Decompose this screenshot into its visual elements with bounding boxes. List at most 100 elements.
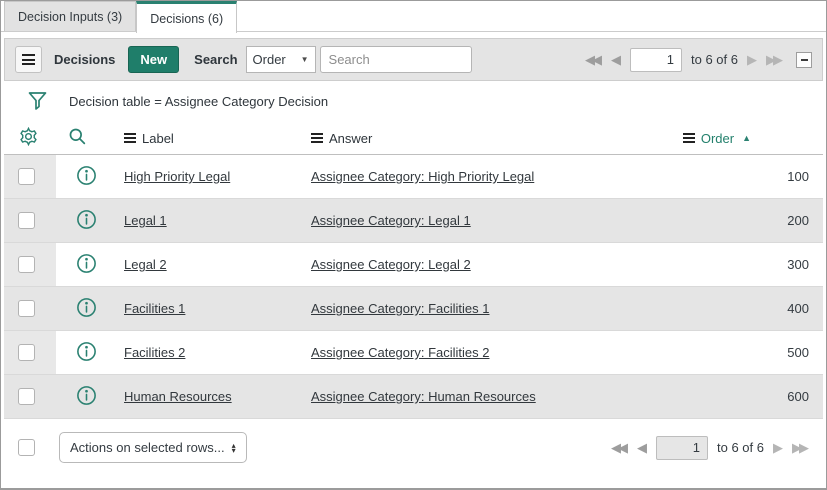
info-icon[interactable] (76, 297, 97, 318)
row-select-cell (4, 375, 56, 418)
hamburger-icon (22, 54, 35, 65)
row-checkbox[interactable] (18, 168, 35, 185)
column-title: Answer (329, 130, 373, 146)
search-icon[interactable] (68, 127, 87, 146)
row-info-cell (56, 165, 114, 189)
row-select-cell (4, 287, 56, 330)
previous-page-button[interactable]: ◀ (611, 53, 621, 66)
last-page-button[interactable]: ▶▶ (766, 53, 783, 66)
column-menu-icon (311, 133, 323, 143)
page-number-input[interactable] (630, 47, 683, 72)
tab-bar: Decision Inputs (3) Decisions (6) (1, 1, 826, 33)
record-label-link[interactable]: Human Resources (124, 389, 232, 404)
table-row: High Priority Legal Assignee Category: H… (4, 155, 823, 199)
row-answer-cell: Assignee Category: Human Resources (304, 389, 653, 404)
info-icon[interactable] (76, 385, 97, 406)
next-page-button[interactable]: ▶ (747, 53, 757, 66)
row-info-cell (56, 297, 114, 321)
next-page-button[interactable]: ▶ (773, 441, 783, 454)
list-toolbar: Decisions New Search Order ▼ ◀◀ ◀ to 6 o… (4, 38, 823, 81)
order-value: 200 (787, 213, 809, 228)
table-row: Legal 2 Assignee Category: Legal 2 300 (4, 243, 823, 287)
info-icon[interactable] (76, 209, 97, 230)
record-answer-link[interactable]: Assignee Category: Human Resources (311, 389, 536, 404)
row-info-cell (56, 385, 114, 409)
column-title: Order (700, 130, 735, 146)
collapse-list-button[interactable] (796, 51, 812, 68)
order-value: 600 (787, 389, 809, 404)
record-answer-link[interactable]: Assignee Category: Facilities 2 (311, 345, 489, 360)
record-label-link[interactable]: High Priority Legal (124, 169, 230, 184)
column-menu-icon (124, 133, 136, 143)
row-label-cell: High Priority Legal (114, 169, 304, 184)
order-value: 100 (787, 169, 809, 184)
search-field-selected-value: Order (252, 52, 286, 67)
previous-page-button[interactable]: ◀ (637, 441, 647, 454)
row-label-cell: Facilities 1 (114, 301, 304, 316)
row-order-cell: 600 (653, 389, 823, 404)
pagination-top: ◀◀ ◀ to 6 of 6 ▶ ▶▶ (585, 47, 812, 72)
table-body: High Priority Legal Assignee Category: H… (4, 155, 823, 419)
row-checkbox[interactable] (18, 344, 35, 361)
minus-icon (800, 58, 808, 61)
record-answer-link[interactable]: Assignee Category: Facilities 1 (311, 301, 489, 316)
record-label-link[interactable]: Legal 1 (124, 213, 167, 228)
row-label-cell: Legal 1 (114, 213, 304, 228)
row-answer-cell: Assignee Category: High Priority Legal (304, 169, 653, 184)
first-page-button[interactable]: ◀◀ (585, 53, 602, 66)
row-order-cell: 300 (653, 257, 823, 272)
record-answer-link[interactable]: Assignee Category: High Priority Legal (311, 169, 534, 184)
record-answer-link[interactable]: Assignee Category: Legal 2 (311, 257, 471, 272)
row-select-cell (4, 331, 56, 374)
search-input[interactable] (319, 46, 472, 73)
record-label-link[interactable]: Facilities 1 (124, 301, 185, 316)
column-header-label[interactable]: Label (114, 131, 304, 146)
list-menu-button[interactable] (15, 46, 42, 73)
table-row: Legal 1 Assignee Category: Legal 1 200 (4, 199, 823, 243)
row-range-text: to 6 of 6 (691, 52, 738, 67)
row-range-text: to 6 of 6 (717, 440, 764, 455)
table-header: Label Answer Order ▲ (4, 122, 823, 155)
row-order-cell: 500 (653, 345, 823, 360)
row-label-cell: Human Resources (114, 389, 304, 404)
order-value: 300 (787, 257, 809, 272)
row-label-cell: Facilities 2 (114, 345, 304, 360)
actions-select-value: Actions on selected rows... (70, 440, 225, 455)
row-select-cell (4, 243, 56, 286)
row-select-cell (4, 155, 56, 198)
pagination-bottom: ◀◀ ◀ to 6 of 6 ▶ ▶▶ (611, 435, 809, 460)
new-button[interactable]: New (128, 46, 180, 73)
column-header-order[interactable]: Order ▲ (653, 131, 823, 146)
row-checkbox[interactable] (18, 256, 35, 273)
order-value: 400 (787, 301, 809, 316)
actions-on-selected-rows-select[interactable]: Actions on selected rows... ▴ ▾ (59, 432, 247, 463)
select-all-checkbox[interactable] (18, 439, 35, 456)
filter-funnel-icon[interactable] (28, 91, 47, 112)
row-checkbox[interactable] (18, 300, 35, 317)
list-footer: Actions on selected rows... ▴▾ ◀◀ ◀ to 6… (4, 419, 823, 463)
record-answer-link[interactable]: Assignee Category: Legal 1 (311, 213, 471, 228)
tab-decision-inputs[interactable]: Decision Inputs (3) (4, 1, 137, 31)
row-checkbox[interactable] (18, 212, 35, 229)
page-number-input[interactable] (656, 435, 709, 460)
filter-breadcrumb[interactable]: Decision table = Assignee Category Decis… (69, 94, 328, 109)
info-icon[interactable] (76, 253, 97, 274)
row-answer-cell: Assignee Category: Facilities 1 (304, 301, 653, 316)
search-field-select[interactable]: Order ▼ (245, 46, 316, 73)
tab-decisions[interactable]: Decisions (6) (136, 1, 238, 33)
row-order-cell: 400 (653, 301, 823, 316)
table-row: Facilities 2 Assignee Category: Faciliti… (4, 331, 823, 375)
row-select-cell (4, 199, 56, 242)
column-header-answer[interactable]: Answer (304, 131, 653, 146)
record-label-link[interactable]: Legal 2 (124, 257, 167, 272)
info-icon[interactable] (76, 165, 97, 186)
row-info-cell (56, 253, 114, 277)
last-page-button[interactable]: ▶▶ (792, 441, 809, 454)
row-answer-cell: Assignee Category: Facilities 2 (304, 345, 653, 360)
row-checkbox[interactable] (18, 388, 35, 405)
gear-icon[interactable] (19, 127, 38, 146)
info-icon[interactable] (76, 341, 97, 362)
first-page-button[interactable]: ◀◀ (611, 441, 628, 454)
record-label-link[interactable]: Facilities 2 (124, 345, 185, 360)
decisions-list-window: Decision Inputs (3) Decisions (6) Decisi… (0, 0, 827, 490)
